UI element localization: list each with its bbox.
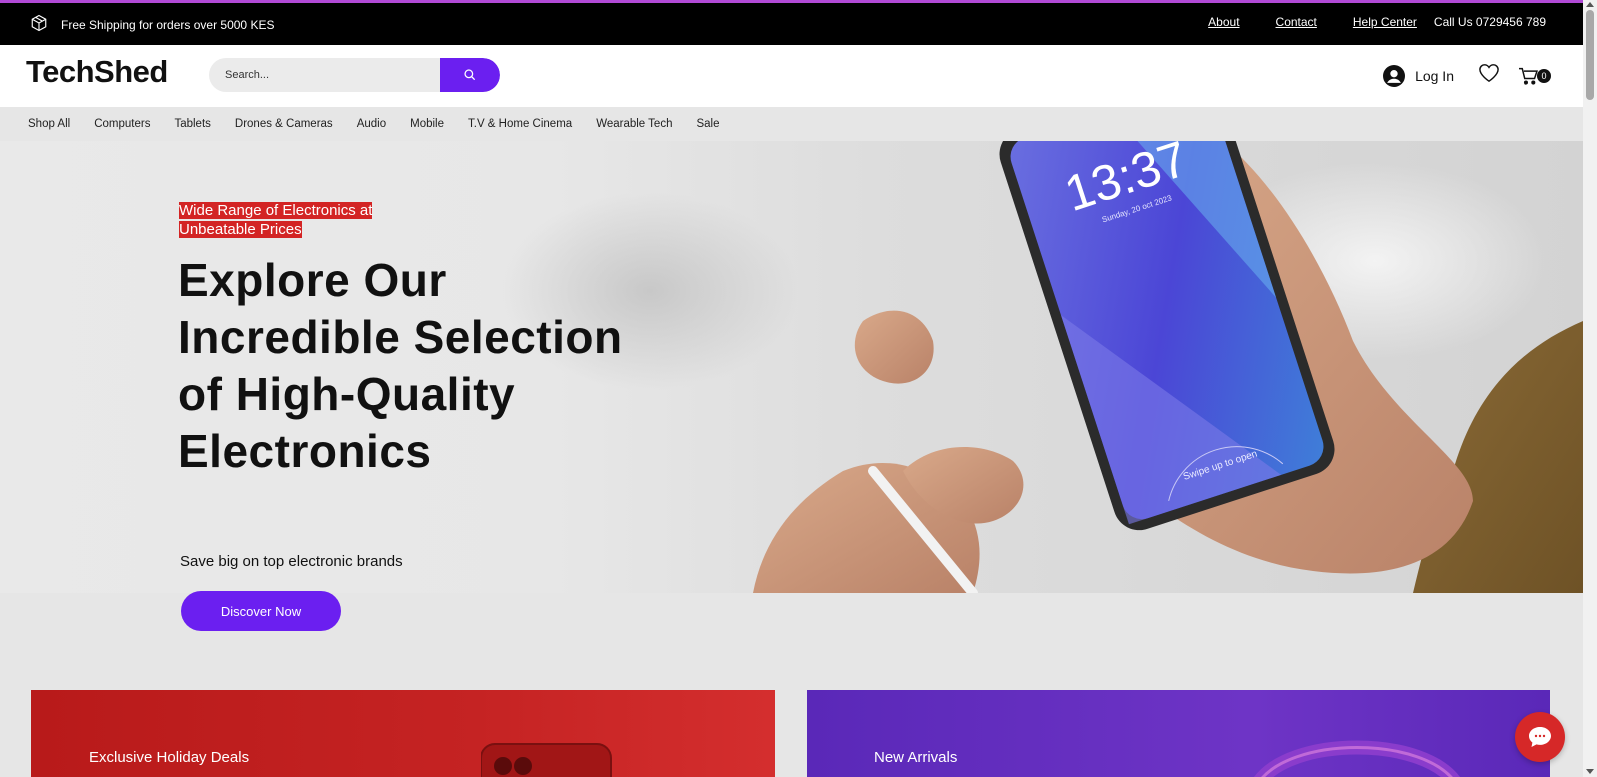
hero-subheadline: Save big on top electronic brands (180, 553, 403, 570)
package-icon (30, 14, 48, 35)
heart-icon (1479, 64, 1499, 83)
nav-item-tv-home-cinema[interactable]: T.V & Home Cinema (468, 118, 572, 130)
nav-item-wearable-tech[interactable]: Wearable Tech (596, 118, 672, 130)
header-actions: Log In 0 (1383, 63, 1551, 88)
cart-button[interactable]: 0 (1518, 67, 1551, 85)
nav-item-sale[interactable]: Sale (696, 118, 719, 130)
search-bar (209, 58, 500, 92)
phone-product-image (481, 743, 612, 777)
search-button[interactable] (440, 58, 500, 92)
login-button[interactable]: Log In (1383, 64, 1454, 87)
cart-count-badge: 0 (1537, 68, 1551, 83)
hero-headline: Explore Our Incredible Selection of High… (178, 254, 623, 477)
search-icon (464, 69, 476, 81)
promo-label: Exclusive Holiday Deals (89, 749, 250, 766)
promo-label: New Arrivals (874, 749, 958, 766)
help-center-link[interactable]: Help Center (1353, 15, 1417, 29)
hero-tagline: Wide Range of Electronics at Unbeatable … (179, 202, 373, 238)
scroll-thumb[interactable] (1586, 10, 1594, 100)
shipping-notice: Free Shipping for orders over 5000 KES (30, 14, 274, 35)
scroll-down-arrow[interactable] (1586, 769, 1594, 774)
about-link[interactable]: About (1208, 15, 1239, 29)
site-header: TechShed Log In 0 (0, 45, 1583, 107)
nav-item-tablets[interactable]: Tablets (174, 118, 210, 130)
top-announcement-bar: Free Shipping for orders over 5000 KES A… (0, 0, 1583, 45)
site-logo[interactable]: TechShed (26, 54, 168, 90)
contact-link[interactable]: Contact (1276, 15, 1317, 29)
chat-button[interactable] (1515, 712, 1565, 762)
promo-card-new-arrivals[interactable]: New Arrivals (807, 690, 1550, 777)
nav-item-computers[interactable]: Computers (94, 118, 150, 130)
call-us-text: Call Us 0729456 789 (1433, 15, 1546, 29)
scroll-up-arrow[interactable] (1586, 2, 1594, 7)
headphones-product-image (1254, 740, 1460, 777)
wishlist-button[interactable] (1478, 63, 1500, 88)
nav-item-drones-cameras[interactable]: Drones & Cameras (235, 118, 333, 130)
login-label: Log In (1415, 67, 1454, 84)
user-avatar-icon (1383, 64, 1406, 87)
top-links: About Contact Help Center Call Us 072945… (1208, 15, 1583, 29)
search-input[interactable] (209, 58, 440, 92)
hero-phone-image: 13:37 Sunday, 20 oct 2023 Swipe up to op… (753, 141, 1583, 593)
chat-bubble-icon (1529, 727, 1551, 747)
promo-card-holiday-deals[interactable]: Exclusive Holiday Deals (31, 690, 775, 777)
discover-now-button[interactable]: Discover Now (181, 591, 341, 631)
nav-item-mobile[interactable]: Mobile (410, 118, 444, 130)
category-nav: Shop All Computers Tablets Drones & Came… (0, 107, 1583, 141)
nav-item-shop-all[interactable]: Shop All (28, 118, 70, 130)
shipping-text: Free Shipping for orders over 5000 KES (61, 17, 275, 32)
page-scrollbar[interactable] (1583, 0, 1597, 777)
cart-icon (1519, 67, 1538, 85)
nav-item-audio[interactable]: Audio (357, 118, 386, 130)
